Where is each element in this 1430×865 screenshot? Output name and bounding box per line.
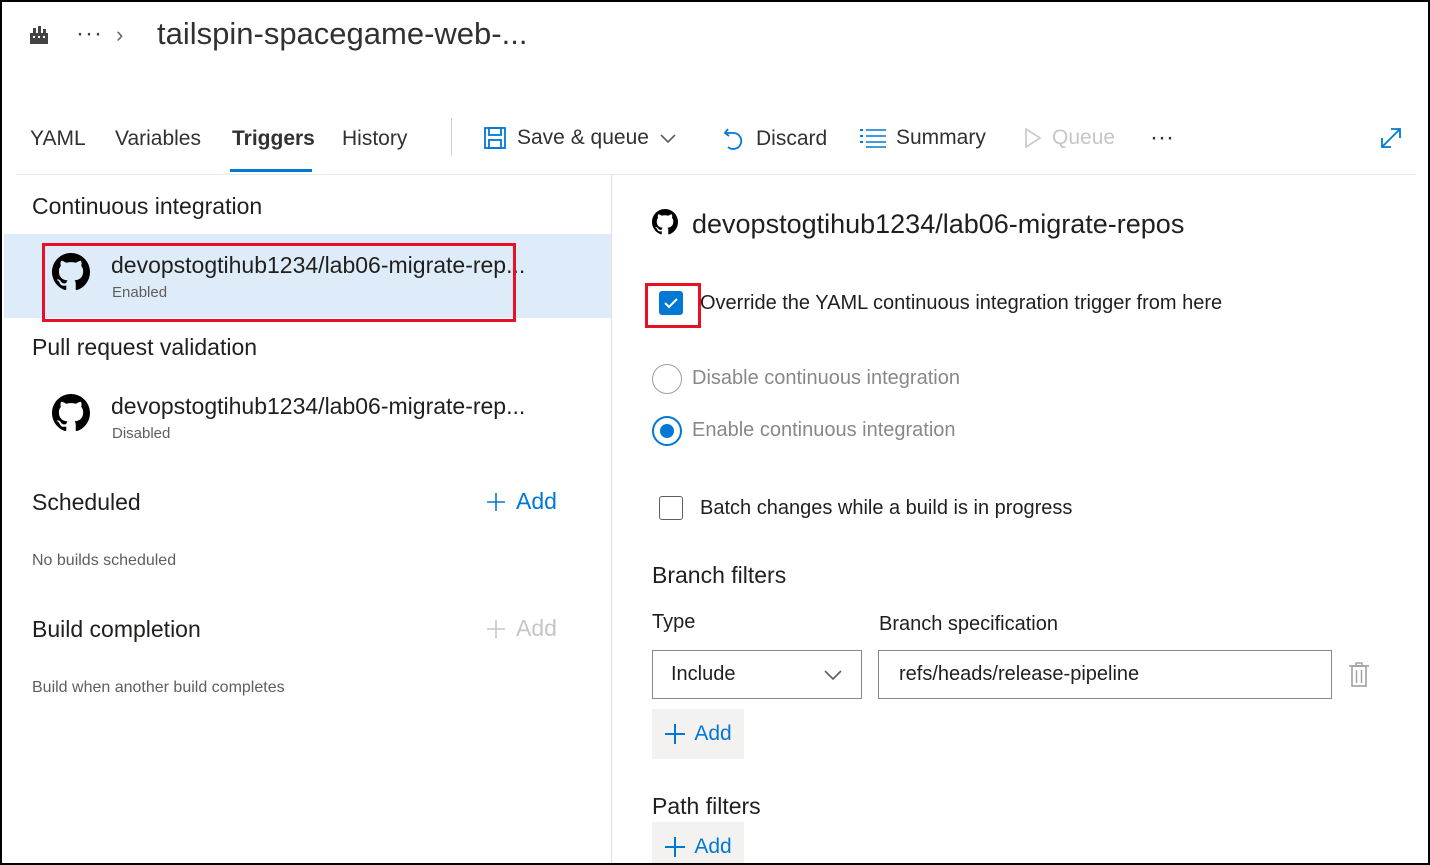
ci-section-title: Continuous integration	[32, 193, 263, 219]
chevron-down-icon	[824, 669, 842, 680]
page-title: tailspin-spacegame-web-...	[157, 16, 528, 51]
pr-section-title: Pull request validation	[32, 334, 258, 360]
delete-icon[interactable]	[1348, 662, 1370, 688]
branch-spec-value: refs/heads/release-pipeline	[899, 663, 1140, 685]
pr-repo-name: devopstogtihub1234/lab06-migrate-rep...	[111, 393, 526, 419]
github-icon	[52, 394, 90, 432]
save-queue-label: Save & queue	[517, 126, 649, 149]
batch-changes-label: Batch changes while a build is in progre…	[700, 497, 1073, 519]
branch-filters-title: Branch filters	[652, 562, 787, 588]
expand-icon[interactable]	[1379, 126, 1403, 150]
plus-icon	[665, 837, 686, 857]
tab-variables[interactable]: Variables	[115, 127, 201, 151]
queue-label: Queue	[1052, 126, 1116, 149]
list-icon	[860, 129, 886, 148]
add-path-filter-label: Add	[694, 835, 732, 858]
build-completion-hint: Build when another build completes	[32, 679, 285, 696]
add-build-completion-button[interactable]: Add	[486, 615, 557, 642]
filter-type-value: Include	[671, 663, 736, 685]
add-schedule-button[interactable]: Add	[486, 488, 557, 515]
selected-repo-title: devopstogtihub1234/lab06-migrate-repos	[692, 209, 1185, 239]
toolbar-bottom-border	[16, 174, 1416, 175]
discard-button[interactable]: Discard	[722, 126, 827, 152]
github-icon	[652, 209, 678, 235]
play-icon	[1025, 127, 1042, 149]
active-tab-indicator	[230, 169, 312, 172]
enable-ci-radio[interactable]	[652, 416, 682, 446]
breadcrumb-more-button[interactable]: ···	[76, 20, 103, 48]
summary-button[interactable]: Summary	[860, 126, 986, 150]
disable-ci-radio[interactable]	[652, 364, 682, 394]
build-completion-section-title: Build completion	[32, 616, 201, 642]
tab-yaml[interactable]: YAML	[30, 127, 86, 151]
save-icon	[484, 127, 506, 149]
type-label: Type	[652, 611, 696, 633]
batch-changes-checkbox[interactable]	[659, 496, 683, 520]
branch-spec-input[interactable]: refs/heads/release-pipeline	[878, 650, 1332, 699]
plus-icon	[487, 619, 505, 638]
path-filters-title: Path filters	[652, 793, 761, 819]
plus-icon	[665, 724, 686, 744]
plus-icon	[487, 492, 505, 511]
pipeline-icon[interactable]	[28, 24, 50, 46]
add-build-completion-label: Add	[516, 615, 557, 641]
highlight-box-ci-repo	[42, 243, 516, 322]
scheduled-section-title: Scheduled	[32, 489, 141, 515]
summary-label: Summary	[896, 126, 986, 149]
add-schedule-label: Add	[516, 488, 557, 514]
add-branch-filter-button[interactable]: Add	[652, 709, 744, 759]
pr-repo-status: Disabled	[112, 425, 171, 442]
save-queue-button[interactable]: Save & queue	[483, 126, 677, 150]
branch-spec-label: Branch specification	[879, 613, 1058, 635]
more-actions-button[interactable]: ···	[1150, 124, 1174, 152]
toolbar-divider	[451, 118, 452, 156]
override-yaml-label: Override the YAML continuous integration…	[700, 292, 1223, 314]
filter-type-dropdown[interactable]: Include	[652, 650, 862, 699]
add-branch-filter-label: Add	[694, 722, 732, 745]
undo-icon	[723, 128, 743, 150]
tab-triggers[interactable]: Triggers	[232, 127, 315, 151]
disable-ci-label: Disable continuous integration	[692, 367, 960, 389]
tab-history[interactable]: History	[342, 127, 407, 151]
enable-ci-label: Enable continuous integration	[692, 419, 956, 441]
no-builds-scheduled-text: No builds scheduled	[32, 552, 177, 569]
chevron-down-icon	[660, 134, 676, 144]
pipeline-editor-window: ··· › tailspin-spacegame-web-... YAML Va…	[0, 0, 1430, 865]
discard-label: Discard	[756, 127, 828, 150]
highlight-box-override	[645, 283, 701, 328]
add-path-filter-button[interactable]: Add	[652, 822, 744, 863]
breadcrumb-separator: ›	[116, 22, 124, 47]
panel-divider	[611, 175, 612, 863]
queue-button[interactable]: Queue	[1024, 126, 1115, 150]
